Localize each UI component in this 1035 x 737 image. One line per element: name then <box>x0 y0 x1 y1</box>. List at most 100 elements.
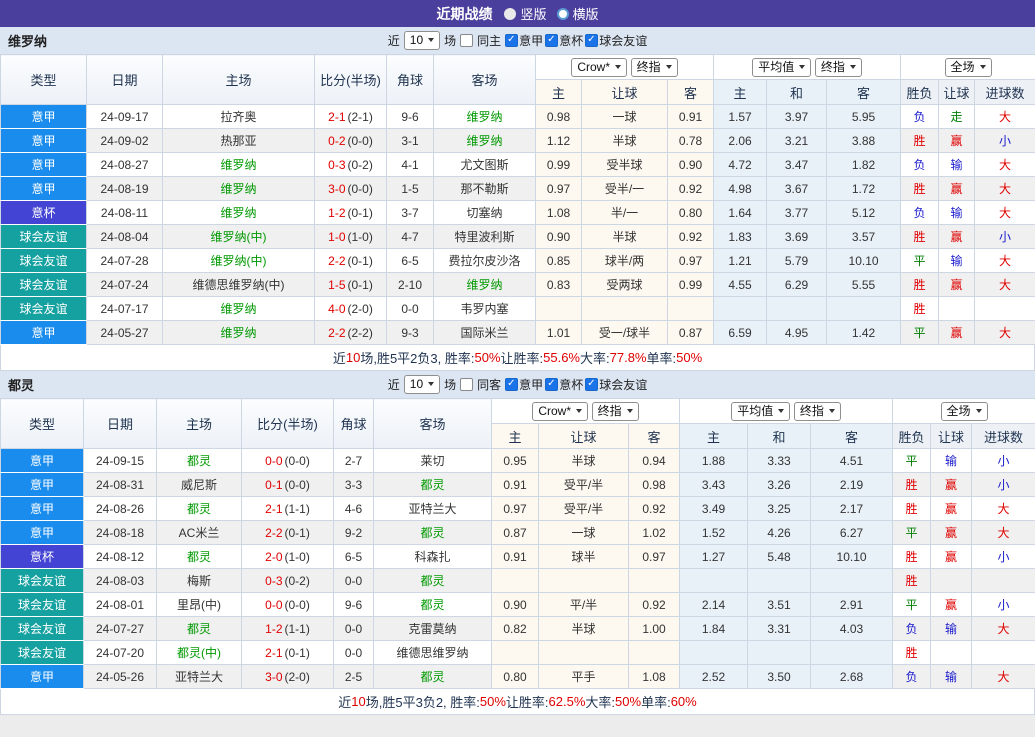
full-time-score: 3-0 <box>328 181 346 196</box>
table-row: 意杯 24-08-11 维罗纳 1-2 (0-1) 3-7 切塞纳 1.08 半/一 0.80 1.… <box>0 200 1035 225</box>
half-time-score: (0-0) <box>347 133 373 148</box>
handicap-home-odds: 0.91 <box>491 472 539 497</box>
avg-away-odds: 2.17 <box>810 496 894 521</box>
home-team: 都灵 <box>156 544 242 569</box>
league-type-badge: 球会友谊 <box>0 272 87 297</box>
page-title: 近期战绩 <box>436 5 493 22</box>
home-team: 威尼斯 <box>156 472 242 497</box>
league-type-badge: 意甲 <box>0 176 87 201</box>
away-team: 韦罗内塞 <box>433 296 536 321</box>
home-team: 维德思维罗纳(中) <box>162 272 315 297</box>
checkbox-checked-icon[interactable] <box>545 34 559 47</box>
full-time-score: 4-0 <box>328 301 346 316</box>
half-time-score: (1-1) <box>284 501 310 516</box>
col-header-type: 类型 <box>0 54 87 105</box>
handicap-away-odds: 1.00 <box>627 616 681 641</box>
col-header-score: 比分(半场) <box>314 54 387 105</box>
bookmaker-select[interactable]: Crow* <box>571 57 628 77</box>
handicap-away-odds: 0.92 <box>666 224 715 249</box>
average-select[interactable]: 平均值 <box>752 57 812 77</box>
scope-select[interactable]: 全场 <box>940 401 988 421</box>
match-count-select[interactable]: 10 <box>403 375 441 394</box>
result-outcome: 胜 <box>892 640 932 665</box>
handicap-line <box>538 640 629 665</box>
average-time-select[interactable]: 终指 <box>793 401 841 421</box>
bookmaker-select[interactable]: Crow* <box>532 401 589 421</box>
league-filter: 意杯 <box>545 376 583 393</box>
scope-select-value: 全场 <box>946 403 971 418</box>
checkbox-checked-icon[interactable] <box>585 378 599 391</box>
average-time-value: 终指 <box>799 403 824 418</box>
result-outcome: 胜 <box>900 128 940 153</box>
full-time-score: 2-1 <box>265 645 283 660</box>
league-type-badge: 意甲 <box>0 520 84 545</box>
half-time-score: (0-0) <box>347 181 373 196</box>
handicap-away-odds: 0.87 <box>666 320 715 345</box>
col-header-date: 日期 <box>83 398 157 449</box>
handicap-line: 受平/半 <box>538 496 629 521</box>
checkbox-checked-icon[interactable] <box>505 378 519 391</box>
same-home-label: 同主 <box>477 34 502 48</box>
result-goals <box>974 296 1035 321</box>
home-team: 热那亚 <box>162 128 315 153</box>
full-time-score: 1-0 <box>328 229 346 244</box>
corner-score: 3-7 <box>386 200 434 225</box>
layout-option-unselected[interactable]: 横版 <box>556 4 599 23</box>
summary-stat-value: 77.8% <box>609 350 647 365</box>
bookmaker-select-value: Crow* <box>538 403 572 418</box>
match-date: 24-09-17 <box>86 104 163 129</box>
handicap-away-odds: 0.92 <box>666 176 715 201</box>
table-row: 球会友谊 24-07-28 维罗纳(中) 2-2 (0-1) 6-5 费拉尔皮沙洛 0.85 球… <box>0 248 1035 273</box>
score-cell: 0-0 (0-0) <box>241 448 334 473</box>
checkbox-checked-icon[interactable] <box>505 34 519 47</box>
recent-results-table-torino: 类型 日期 主场 比分(半场) 角球 客场 Crow* 终指 平均值 终指 全场… <box>0 398 1035 689</box>
checkbox-checked-icon[interactable] <box>545 378 559 391</box>
league-filter: 意甲 <box>505 376 543 393</box>
subcol-result-handicap: 让球 <box>938 79 976 105</box>
summary-text: 场,胜5平2负3, 胜率: <box>360 351 475 366</box>
avg-draw-odds: 3.69 <box>766 224 828 249</box>
avg-home-odds: 1.27 <box>679 544 749 569</box>
score-cell: 2-1 (1-1) <box>241 496 334 521</box>
layout-option-selected[interactable]: 竖版 <box>504 4 547 23</box>
avg-draw-odds: 5.48 <box>747 544 812 569</box>
handicap-home-odds: 0.91 <box>491 544 539 569</box>
full-time-score: 2-2 <box>265 525 283 540</box>
average-time-select[interactable]: 终指 <box>814 57 862 77</box>
same-home-checkbox[interactable] <box>460 34 474 47</box>
result-outcome: 负 <box>900 104 940 129</box>
layout-option-label: 竖版 <box>520 7 547 22</box>
corner-score: 9-3 <box>386 320 434 345</box>
average-select[interactable]: 平均值 <box>731 401 791 421</box>
avg-draw-odds: 3.21 <box>766 128 828 153</box>
same-away-checkbox[interactable] <box>460 378 474 391</box>
avg-draw-odds: 3.67 <box>766 176 828 201</box>
handicap-time-select[interactable]: 终指 <box>591 401 639 421</box>
handicap-away-odds <box>666 296 715 321</box>
handicap-away-odds: 0.91 <box>666 104 715 129</box>
match-count-select[interactable]: 10 <box>403 31 441 50</box>
result-outcome: 胜 <box>892 472 932 497</box>
score-cell: 3-0 (2-0) <box>241 664 334 689</box>
result-goals: 大 <box>974 176 1035 201</box>
full-time-score: 2-0 <box>265 549 283 564</box>
corner-score: 6-5 <box>386 248 434 273</box>
chevron-down-icon <box>975 408 982 413</box>
match-count-value: 10 <box>409 377 424 391</box>
league-filter: 球会友谊 <box>585 376 647 393</box>
scope-select[interactable]: 全场 <box>944 57 992 77</box>
subcol-handicap-away: 客 <box>666 79 715 105</box>
checkbox-checked-icon[interactable] <box>585 34 599 47</box>
result-outcome: 平 <box>892 592 932 617</box>
same-away-label: 同客 <box>477 378 502 392</box>
games-label: 场 <box>444 378 457 392</box>
avg-home-odds: 4.55 <box>713 272 768 297</box>
col-header-corner: 角球 <box>386 54 434 105</box>
full-time-score: 0-2 <box>328 133 346 148</box>
match-date: 24-08-03 <box>83 568 157 593</box>
league-type-badge: 意甲 <box>0 104 87 129</box>
handicap-line: 受半球 <box>581 152 668 177</box>
handicap-time-select[interactable]: 终指 <box>630 57 678 77</box>
result-handicap <box>930 568 973 593</box>
handicap-line: 受平/半 <box>538 472 629 497</box>
